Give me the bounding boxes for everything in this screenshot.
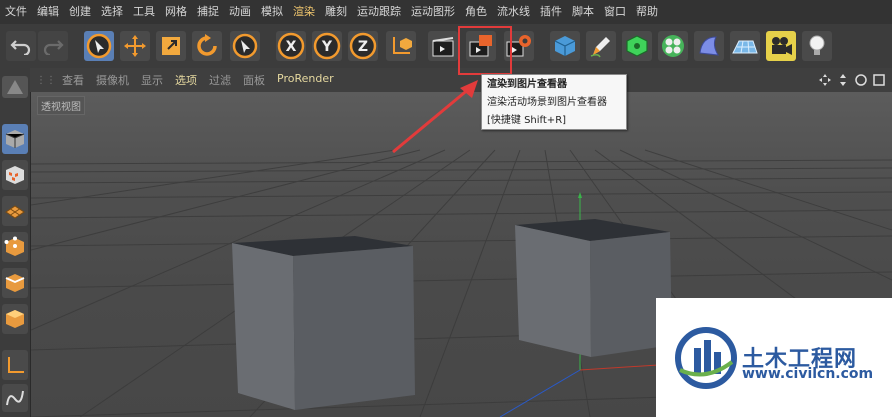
tooltip-shortcut: [快捷键 Shift+R] xyxy=(487,115,567,126)
tooltip: 渲染到图片查看器 渲染活动场景到图片查看器 [快捷键 Shift+R] xyxy=(481,74,627,130)
tooltip-description: 渲染活动场景到图片查看器 xyxy=(487,97,607,108)
watermark-url: www.civilcn.com xyxy=(742,366,874,382)
tooltip-title: 渲染到图片查看器 xyxy=(487,79,567,90)
watermark-logo xyxy=(675,327,737,389)
